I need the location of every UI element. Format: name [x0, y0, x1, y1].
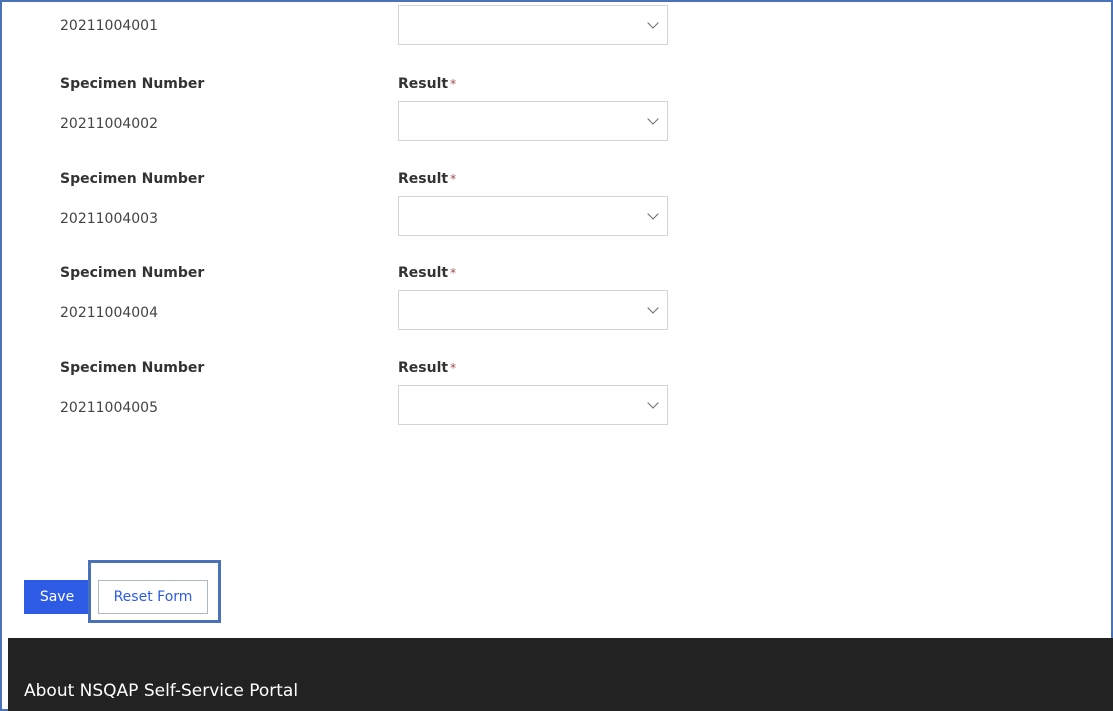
reset-form-button[interactable]: Reset Form [98, 580, 208, 614]
specimen-number-value: 20211004004 [60, 305, 158, 321]
specimen-row: Specimen Number 20211004004 Result * [0, 265, 1113, 345]
specimen-number-label: Specimen Number [60, 265, 205, 281]
specimen-number-value: 20211004005 [60, 400, 158, 416]
result-label-text: Result [398, 76, 449, 92]
result-select[interactable] [398, 5, 668, 45]
specimen-number-label: Specimen Number [60, 76, 205, 92]
result-label: Result * [398, 171, 456, 187]
result-label: Result * [398, 76, 456, 92]
specimen-number-value: 20211004003 [60, 211, 158, 227]
chevron-down-icon [647, 17, 659, 29]
result-select[interactable] [398, 385, 668, 425]
specimen-row: Specimen Number 20211004005 Result * [0, 360, 1113, 440]
specimen-row: Specimen Number 20211004002 Result * [0, 76, 1113, 156]
specimen-number-label: Specimen Number [60, 360, 205, 376]
chevron-down-icon [647, 113, 659, 125]
result-label-text: Result [398, 360, 449, 376]
result-label-text: Result [398, 265, 449, 281]
chevron-down-icon [647, 208, 659, 220]
specimen-row: Specimen Number 20211004003 Result * [0, 171, 1113, 251]
required-marker: * [450, 361, 457, 375]
result-select[interactable] [398, 196, 668, 236]
required-marker: * [450, 77, 457, 91]
result-label-text: Result [398, 171, 449, 187]
chevron-down-icon [647, 302, 659, 314]
specimen-number-label: Specimen Number [60, 171, 205, 187]
specimen-number-value: 20211004002 [60, 116, 158, 132]
save-button[interactable]: Save [24, 580, 90, 614]
required-marker: * [450, 172, 457, 186]
chevron-down-icon [647, 397, 659, 409]
result-select[interactable] [398, 101, 668, 141]
required-marker: * [450, 266, 457, 280]
footer: About NSQAP Self-Service Portal [8, 638, 1113, 711]
about-portal-link[interactable]: About NSQAP Self-Service Portal [24, 681, 298, 701]
result-label: Result * [398, 360, 456, 376]
result-label: Result * [398, 265, 456, 281]
result-select[interactable] [398, 290, 668, 330]
specimen-number-value: 20211004001 [60, 18, 158, 34]
